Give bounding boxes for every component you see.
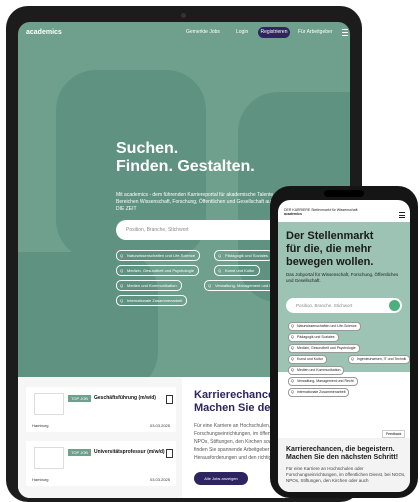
phone-heading-line: Der Stellenmarkt: [286, 230, 374, 242]
phone-screen: DER KARRIERE Stellenmarkt für Wissenscha…: [278, 200, 410, 492]
phone-bottom-heading: Karrierechancen, die begeistern. Machen …: [286, 446, 399, 461]
employer-logo: [34, 393, 64, 415]
feedback-button[interactable]: Feedback: [382, 430, 406, 438]
chip-international[interactable]: Internationale Zusammenarbeit: [116, 295, 188, 306]
nav-login[interactable]: Login: [236, 29, 248, 35]
phone-device: DER KARRIERE Stellenmarkt für Wissenscha…: [270, 186, 418, 498]
job-location: Hamburg: [32, 477, 49, 482]
phone-chip[interactable]: Verwaltung, Management und Recht: [288, 377, 358, 386]
chip-media[interactable]: Medien und Kommunikation: [116, 280, 182, 291]
job-list: TOP JOB Geschäftsführung (m/w/d) Hamburg…: [18, 377, 182, 498]
job-date: 03.03.2025: [149, 477, 170, 482]
employer-logo: [34, 447, 64, 469]
phone-chip[interactable]: Internationale Zusammenarbeit: [288, 388, 350, 397]
top-job-badge: TOP JOB: [68, 449, 91, 456]
job-card[interactable]: TOP JOB Geschäftsführung (m/w/d) Hamburg…: [26, 387, 176, 432]
phone-chip[interactable]: Ingenieurwesen, IT und Technik: [348, 355, 410, 364]
chip-arts[interactable]: Kunst und Kultur: [214, 265, 260, 276]
register-button[interactable]: Registrieren: [258, 27, 290, 38]
phone-search-input[interactable]: Position, Branche, Stichwort: [286, 298, 402, 313]
job-date: 03.03.2025: [149, 423, 170, 428]
top-job-badge: TOP JOB: [68, 395, 91, 402]
chip-natural-sciences[interactable]: Naturwissenschaften und Life-Science: [116, 250, 201, 261]
nav-employers[interactable]: Für Arbeitgeber: [298, 29, 332, 35]
phone-chip[interactable]: Naturwissenschaften und Life-Science: [288, 322, 361, 331]
phone-logo[interactable]: academics: [284, 212, 358, 216]
job-location: Hamburg: [32, 423, 49, 428]
phone-heading-line: für die, die mehr: [286, 243, 372, 255]
tablet-camera: [181, 13, 186, 18]
tablet-nav: academics Gemerkte Jobs Login Registrier…: [18, 22, 350, 44]
search-icon[interactable]: [389, 300, 400, 311]
search-placeholder: Position, Branche, Stichwort: [126, 227, 189, 233]
phone-chip[interactable]: Medien und Kommunikation: [288, 366, 345, 375]
nav-saved-jobs[interactable]: Gemerkte Jobs: [186, 29, 220, 35]
all-jobs-button[interactable]: Alle Jobs anzeigen: [194, 472, 248, 485]
chip-medicine[interactable]: Medizin, Gesundheit und Psychologie: [116, 265, 199, 276]
bookmark-icon[interactable]: [166, 449, 173, 458]
phone-bottom-text: Für eine Karriere an Hochschulen oder Fo…: [286, 466, 406, 483]
hero-line: Finden. Gestalten.: [116, 158, 255, 175]
hero-line: Suchen.: [116, 140, 179, 157]
academics-logo[interactable]: academics: [26, 29, 62, 36]
phone-chip[interactable]: Medizin, Gesundheit und Psychologie: [288, 344, 360, 353]
chip-pedagogy[interactable]: Pädagogik und Soziales: [214, 250, 273, 261]
phone-heading: Der Stellenmarkt für die, die mehr beweg…: [286, 230, 373, 269]
phone-chip[interactable]: Pädagogik und Soziales: [288, 333, 339, 342]
hero-title: Suchen. Finden. Gestalten.: [116, 140, 255, 176]
phone-heading-line: bewegen wollen.: [286, 256, 374, 268]
phone-subtitle: Das Jobportal für Wissenschaft, Forschun…: [286, 272, 399, 283]
phone-bottom-section: Karrierechancen, die begeistern. Machen …: [278, 438, 410, 492]
bookmark-icon[interactable]: [166, 395, 173, 404]
job-title[interactable]: Universitätsprofessur (m/w/d): [94, 449, 165, 455]
phone-header: DER KARRIERE Stellenmarkt für Wissenscha…: [284, 208, 358, 216]
job-title[interactable]: Geschäftsführung (m/w/d): [94, 395, 156, 401]
menu-icon[interactable]: [342, 29, 348, 36]
phone-notch: [324, 190, 364, 197]
phone-chip[interactable]: Kunst und Kultur: [288, 355, 327, 364]
phone-search-placeholder: Position, Branche, Stichwort: [296, 303, 353, 308]
phone-menu-icon[interactable]: [399, 212, 405, 220]
job-card[interactable]: TOP JOB Universitätsprofessur (m/w/d) Ha…: [26, 441, 176, 486]
